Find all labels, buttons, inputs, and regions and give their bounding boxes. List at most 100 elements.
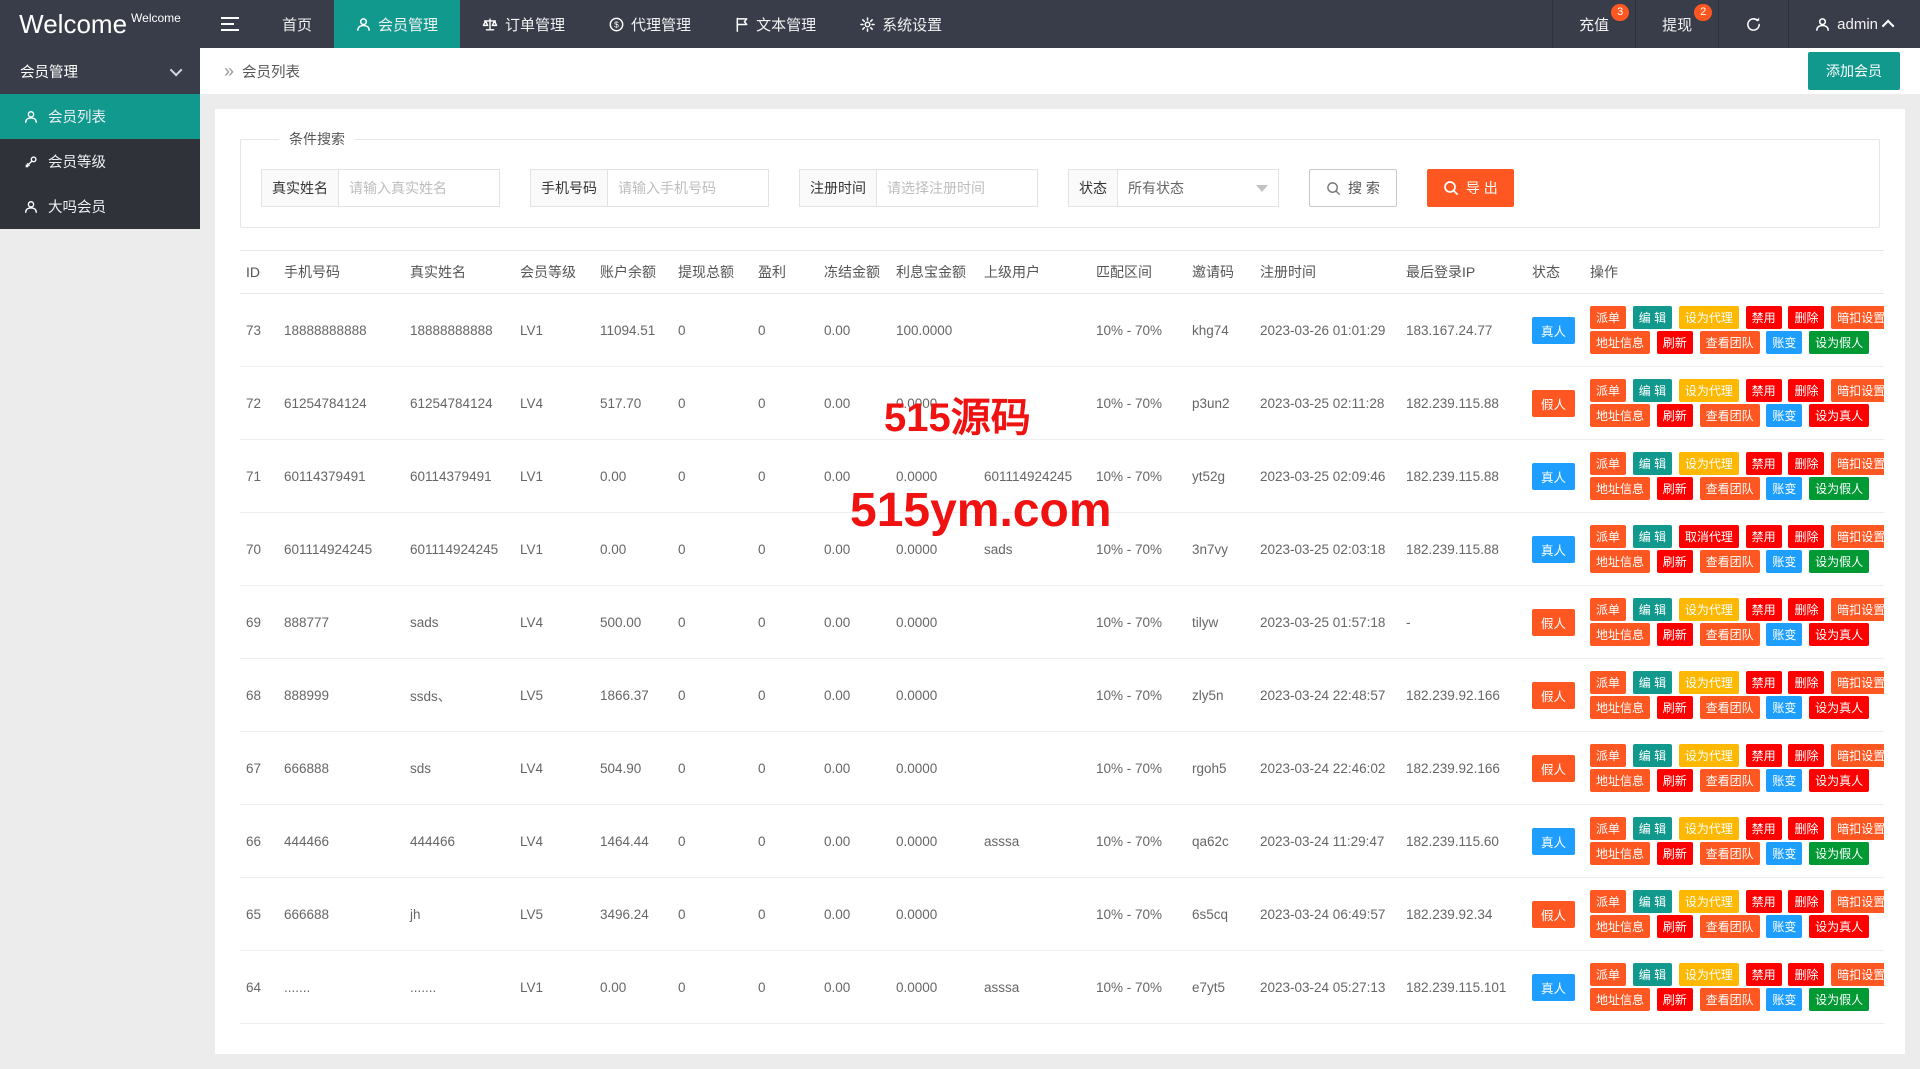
balance-change-button[interactable]: 账变	[1766, 550, 1803, 573]
refresh-row-button[interactable]: 刷新	[1656, 988, 1693, 1011]
balance-change-button[interactable]: 账变	[1766, 623, 1803, 646]
real-fake-toggle-button[interactable]: 设为真人	[1809, 915, 1870, 938]
agent-toggle-button[interactable]: 取消代理	[1678, 525, 1739, 548]
view-team-button[interactable]: 查看团队	[1699, 477, 1760, 500]
delete-button[interactable]: 删除	[1788, 379, 1825, 402]
edit-button[interactable]: 编 辑	[1632, 744, 1673, 767]
refresh-row-button[interactable]: 刷新	[1656, 623, 1693, 646]
disable-button[interactable]: 禁用	[1745, 306, 1782, 329]
real-fake-toggle-button[interactable]: 设为假人	[1809, 477, 1870, 500]
dispatch-button[interactable]: 派单	[1590, 817, 1627, 840]
dispatch-button[interactable]: 派单	[1590, 671, 1627, 694]
address-info-button[interactable]: 地址信息	[1590, 769, 1651, 792]
agent-toggle-button[interactable]: 设为代理	[1678, 671, 1739, 694]
refresh-row-button[interactable]: 刷新	[1656, 331, 1693, 354]
hidden-deduction-button[interactable]: 暗扣设置	[1831, 306, 1884, 329]
hidden-deduction-button[interactable]: 暗扣设置	[1831, 890, 1884, 913]
edit-button[interactable]: 编 辑	[1632, 598, 1673, 621]
address-info-button[interactable]: 地址信息	[1590, 550, 1651, 573]
edit-button[interactable]: 编 辑	[1632, 817, 1673, 840]
delete-button[interactable]: 删除	[1788, 306, 1825, 329]
nav-tab-orders[interactable]: 订单管理	[460, 0, 587, 48]
address-info-button[interactable]: 地址信息	[1590, 988, 1651, 1011]
agent-toggle-button[interactable]: 设为代理	[1678, 379, 1739, 402]
delete-button[interactable]: 删除	[1788, 744, 1825, 767]
edit-button[interactable]: 编 辑	[1632, 671, 1673, 694]
dispatch-button[interactable]: 派单	[1590, 379, 1627, 402]
address-info-button[interactable]: 地址信息	[1590, 915, 1651, 938]
refresh-row-button[interactable]: 刷新	[1656, 550, 1693, 573]
dispatch-button[interactable]: 派单	[1590, 525, 1627, 548]
sidebar-item-big-members[interactable]: 大吗会员	[0, 184, 200, 229]
real-fake-toggle-button[interactable]: 设为真人	[1809, 696, 1870, 719]
delete-button[interactable]: 删除	[1788, 890, 1825, 913]
balance-change-button[interactable]: 账变	[1766, 915, 1803, 938]
hidden-deduction-button[interactable]: 暗扣设置	[1831, 598, 1884, 621]
nav-tab-settings[interactable]: 系统设置	[838, 0, 964, 48]
balance-change-button[interactable]: 账变	[1766, 842, 1803, 865]
edit-button[interactable]: 编 辑	[1632, 306, 1673, 329]
balance-change-button[interactable]: 账变	[1766, 696, 1803, 719]
hidden-deduction-button[interactable]: 暗扣设置	[1831, 963, 1884, 986]
address-info-button[interactable]: 地址信息	[1590, 404, 1651, 427]
real-fake-toggle-button[interactable]: 设为假人	[1809, 550, 1870, 573]
regtime-input[interactable]	[877, 170, 1037, 206]
refresh-row-button[interactable]: 刷新	[1656, 404, 1693, 427]
nav-tab-members[interactable]: 会员管理	[334, 0, 461, 48]
delete-button[interactable]: 删除	[1788, 598, 1825, 621]
refresh-row-button[interactable]: 刷新	[1656, 696, 1693, 719]
view-team-button[interactable]: 查看团队	[1699, 331, 1760, 354]
dispatch-button[interactable]: 派单	[1590, 744, 1627, 767]
real-fake-toggle-button[interactable]: 设为假人	[1809, 842, 1870, 865]
user-menu[interactable]: admin	[1788, 0, 1920, 48]
sidebar-item-member-list[interactable]: 会员列表	[0, 94, 200, 139]
nav-tab-agents[interactable]: $ 代理管理	[587, 0, 713, 48]
hidden-deduction-button[interactable]: 暗扣设置	[1831, 525, 1884, 548]
dispatch-button[interactable]: 派单	[1590, 890, 1627, 913]
add-member-button[interactable]: 添加会员	[1808, 52, 1900, 90]
nav-tab-text[interactable]: 文本管理	[713, 0, 838, 48]
disable-button[interactable]: 禁用	[1745, 963, 1782, 986]
agent-toggle-button[interactable]: 设为代理	[1678, 452, 1739, 475]
status-select[interactable]: 所有状态	[1118, 170, 1278, 206]
agent-toggle-button[interactable]: 设为代理	[1678, 890, 1739, 913]
real-fake-toggle-button[interactable]: 设为真人	[1809, 769, 1870, 792]
balance-change-button[interactable]: 账变	[1766, 769, 1803, 792]
sidebar-group-members[interactable]: 会员管理	[0, 48, 200, 94]
disable-button[interactable]: 禁用	[1745, 525, 1782, 548]
search-button[interactable]: 搜 索	[1309, 169, 1397, 207]
agent-toggle-button[interactable]: 设为代理	[1678, 598, 1739, 621]
address-info-button[interactable]: 地址信息	[1590, 331, 1651, 354]
dispatch-button[interactable]: 派单	[1590, 598, 1627, 621]
hidden-deduction-button[interactable]: 暗扣设置	[1831, 817, 1884, 840]
sidebar-item-member-level[interactable]: 会员等级	[0, 139, 200, 184]
withdraw-button[interactable]: 提现 2	[1635, 0, 1718, 48]
address-info-button[interactable]: 地址信息	[1590, 842, 1651, 865]
nav-tab-home[interactable]: 首页	[260, 0, 334, 48]
agent-toggle-button[interactable]: 设为代理	[1678, 306, 1739, 329]
hidden-deduction-button[interactable]: 暗扣设置	[1831, 671, 1884, 694]
delete-button[interactable]: 删除	[1788, 525, 1825, 548]
dispatch-button[interactable]: 派单	[1590, 306, 1627, 329]
address-info-button[interactable]: 地址信息	[1590, 477, 1651, 500]
hidden-deduction-button[interactable]: 暗扣设置	[1831, 452, 1884, 475]
delete-button[interactable]: 删除	[1788, 671, 1825, 694]
view-team-button[interactable]: 查看团队	[1699, 404, 1760, 427]
disable-button[interactable]: 禁用	[1745, 671, 1782, 694]
edit-button[interactable]: 编 辑	[1632, 379, 1673, 402]
delete-button[interactable]: 删除	[1788, 452, 1825, 475]
delete-button[interactable]: 删除	[1788, 963, 1825, 986]
edit-button[interactable]: 编 辑	[1632, 452, 1673, 475]
disable-button[interactable]: 禁用	[1745, 598, 1782, 621]
real-fake-toggle-button[interactable]: 设为假人	[1809, 331, 1870, 354]
view-team-button[interactable]: 查看团队	[1699, 988, 1760, 1011]
edit-button[interactable]: 编 辑	[1632, 525, 1673, 548]
real-fake-toggle-button[interactable]: 设为真人	[1809, 623, 1870, 646]
refresh-button[interactable]	[1718, 0, 1788, 48]
view-team-button[interactable]: 查看团队	[1699, 769, 1760, 792]
collapse-menu-icon[interactable]	[200, 0, 260, 48]
balance-change-button[interactable]: 账变	[1766, 988, 1803, 1011]
real-fake-toggle-button[interactable]: 设为真人	[1809, 404, 1870, 427]
agent-toggle-button[interactable]: 设为代理	[1678, 963, 1739, 986]
dispatch-button[interactable]: 派单	[1590, 963, 1627, 986]
